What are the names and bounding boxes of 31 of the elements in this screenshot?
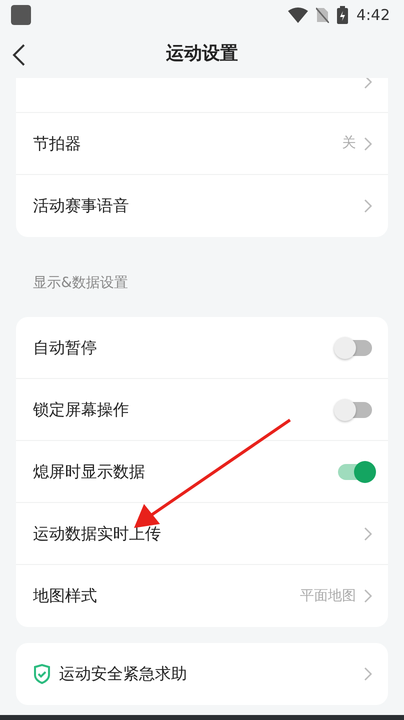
settings-row[interactable]: 节拍器 关 <box>16 113 388 175</box>
settings-row[interactable]: 熄屏时显示数据 <box>16 441 388 503</box>
row-label: 运动安全紧急求助 <box>59 663 187 685</box>
row-value: 平面地图 <box>300 586 356 606</box>
settings-row[interactable]: 锁定屏幕操作 <box>16 379 388 441</box>
battery-icon <box>337 6 348 24</box>
status-time: 4:42 <box>356 4 390 26</box>
chevron-icon <box>364 136 372 150</box>
chevron-icon <box>364 78 372 88</box>
row-label: 锁定屏幕操作 <box>33 398 129 420</box>
settings-row[interactable]: 活动赛事语音 <box>16 175 388 237</box>
back-button[interactable] <box>12 42 26 67</box>
chevron-icon <box>364 667 372 681</box>
settings-row[interactable]: 运动安全紧急求助 <box>16 643 388 705</box>
section-title: 显示&数据设置 <box>32 274 129 293</box>
row-value: 关 <box>342 134 356 153</box>
chevron-icon <box>364 199 372 213</box>
wifi-icon <box>288 7 308 23</box>
row-label: 节拍器 <box>33 132 81 154</box>
chevron-icon <box>364 589 372 603</box>
settings-row[interactable]: 自动暂停 <box>16 317 388 379</box>
page-title: 运动设置 <box>166 43 238 65</box>
row-label: 地图样式 <box>33 585 97 607</box>
row-label: 熄屏时显示数据 <box>33 460 145 482</box>
shield-icon <box>33 664 51 684</box>
row-label: 活动赛事语音 <box>33 195 129 217</box>
row-label: 自动暂停 <box>33 336 97 358</box>
no-sim-icon <box>316 7 330 23</box>
chevron-icon <box>364 526 372 540</box>
notification-icon <box>11 5 31 25</box>
settings-row[interactable]: 地图样式 平面地图 <box>16 565 388 627</box>
